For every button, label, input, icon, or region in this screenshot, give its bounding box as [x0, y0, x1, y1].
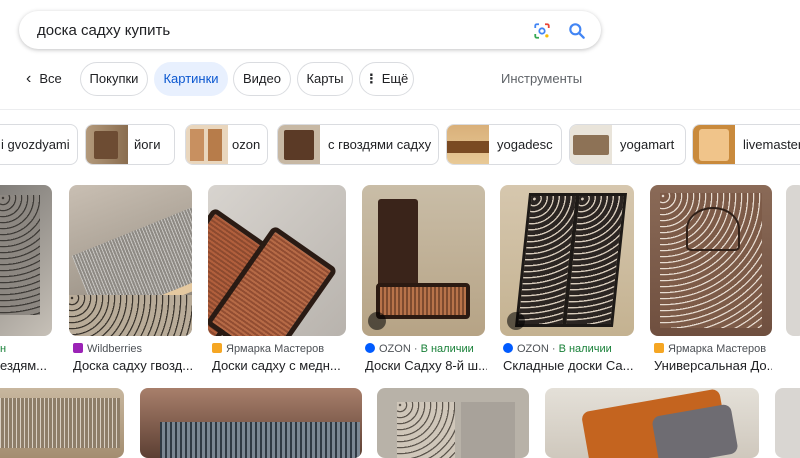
chip-thumbnail [86, 125, 128, 164]
chip-livemaster[interactable]: livemaster [692, 124, 800, 165]
result-source: Ярмарка Мастеров [212, 343, 324, 355]
result-source: н [0, 343, 7, 355]
result-image[interactable] [208, 185, 346, 336]
result-image[interactable] [775, 388, 800, 458]
result-image[interactable] [0, 185, 52, 336]
result-image[interactable] [786, 185, 800, 336]
chip-yogamart[interactable]: yogamart [569, 124, 686, 165]
tab-images[interactable]: Картинки [154, 62, 228, 96]
search-box[interactable]: доска садху купить [19, 11, 601, 49]
chip-gvozdyami[interactable]: i gvozdyami [0, 124, 78, 165]
tab-all[interactable]: ‹ Все [26, 62, 62, 96]
ozon-icon [365, 343, 375, 353]
chevron-left-icon: ‹ [26, 70, 32, 87]
divider [0, 109, 800, 110]
search-tabs: ‹ Все Покупки Картинки Видео Карты ⋮ Ещё И… [0, 62, 800, 98]
chip-thumbnail [186, 125, 228, 164]
yarmarka-masterov-icon [654, 343, 664, 353]
tab-videos[interactable]: Видео [233, 62, 291, 96]
result-image[interactable] [362, 185, 485, 336]
result-title[interactable]: Доски Садху 8-й ш... [365, 358, 487, 373]
result-image[interactable] [69, 185, 192, 336]
search-input[interactable]: доска садху купить [37, 22, 170, 39]
tab-shopping[interactable]: Покупки [80, 62, 148, 96]
result-image[interactable] [140, 388, 362, 458]
wildberries-icon [73, 343, 83, 353]
tag-icon [507, 312, 525, 330]
google-lens-icon[interactable] [533, 22, 551, 40]
result-title[interactable]: Универсальная До... [654, 358, 772, 373]
ozon-icon [503, 343, 513, 353]
tag-icon [368, 312, 386, 330]
search-icon[interactable] [567, 21, 587, 41]
chip-thumbnail [447, 125, 489, 164]
tab-more[interactable]: ⋮ Ещё [359, 62, 414, 96]
result-image[interactable] [500, 185, 634, 336]
chip-yogi[interactable]: йоги [85, 124, 175, 165]
more-vert-icon: ⋮ [364, 71, 378, 86]
chip-thumbnail [570, 125, 612, 164]
result-image[interactable] [0, 388, 124, 458]
chip-thumbnail [693, 125, 735, 164]
result-source: OZON · В наличии [503, 343, 612, 355]
chip-ozon[interactable]: ozon [185, 124, 268, 165]
result-title[interactable]: ездям... [0, 358, 52, 373]
result-title[interactable]: Складные доски Са... [503, 358, 637, 373]
result-source: OZON · В наличии [365, 343, 474, 355]
result-source: Ярмарка Мастеров [654, 343, 766, 355]
tools-button[interactable]: Инструменты [501, 62, 582, 96]
yarmarka-masterov-icon [212, 343, 222, 353]
tab-maps[interactable]: Карты [297, 62, 353, 96]
result-image[interactable] [650, 185, 772, 336]
result-image[interactable] [377, 388, 529, 458]
chip-s-gvozdyami-sadhu[interactable]: с гвоздями садху [277, 124, 439, 165]
result-title[interactable]: Доска садху гвозд... [73, 358, 193, 373]
result-image[interactable] [545, 388, 759, 458]
result-source: Wildberries [73, 343, 142, 355]
chip-yogadesc[interactable]: yogadesc [446, 124, 562, 165]
chip-thumbnail [278, 125, 320, 164]
result-title[interactable]: Доски садху с медн... [212, 358, 346, 373]
